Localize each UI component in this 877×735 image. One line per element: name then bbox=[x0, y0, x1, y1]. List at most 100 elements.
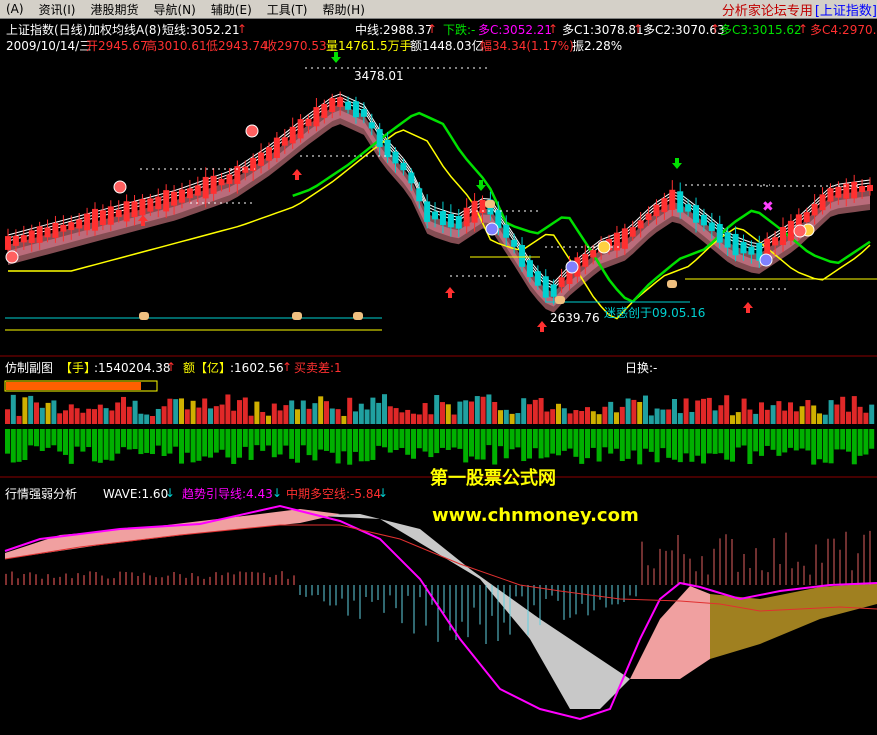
volume-bar-down bbox=[45, 429, 51, 448]
volume-bar-down bbox=[382, 429, 387, 448]
candle-body bbox=[44, 227, 51, 238]
volume-bar-down bbox=[637, 429, 643, 465]
volume-bar bbox=[22, 397, 28, 424]
candle-body bbox=[186, 188, 193, 199]
chart-area[interactable]: ✖ bbox=[0, 19, 877, 735]
signal-circle bbox=[5, 250, 19, 264]
volume-bar bbox=[643, 395, 648, 424]
volume-bar bbox=[428, 414, 434, 424]
volume-bar-down bbox=[614, 429, 619, 449]
amount-label: 额【亿】 bbox=[183, 361, 232, 375]
volume-bar-down bbox=[608, 429, 614, 454]
buy-arrow-icon bbox=[445, 287, 455, 298]
volume-bar-down bbox=[764, 429, 770, 446]
menu-item-a[interactable]: (A) bbox=[0, 2, 33, 16]
volume-bar-down bbox=[115, 429, 121, 454]
volume-bar-down bbox=[295, 429, 300, 463]
volume-bar bbox=[312, 403, 318, 424]
menu-item-help[interactable]: 帮助(H) bbox=[317, 1, 374, 18]
volume-bar bbox=[486, 394, 492, 424]
volume-bar-down bbox=[619, 429, 625, 462]
volume-bar-down bbox=[51, 429, 57, 446]
volume-bar-down bbox=[782, 429, 788, 453]
menu-item-navigate[interactable]: 导航(N) bbox=[148, 1, 205, 18]
volume-bar bbox=[86, 408, 92, 424]
volume-bar-down bbox=[851, 429, 857, 465]
volume-bar-down bbox=[283, 429, 289, 446]
volume-bar-down bbox=[39, 429, 45, 451]
volume-bar bbox=[422, 403, 428, 424]
candle-body bbox=[226, 174, 233, 184]
volume-bar bbox=[370, 397, 376, 424]
volume-bar-down bbox=[480, 429, 486, 460]
candle-body bbox=[202, 176, 209, 199]
volume-bar bbox=[138, 413, 144, 424]
buy-arrow-icon bbox=[743, 302, 753, 313]
bar-amplitude: 振2.28% bbox=[572, 39, 623, 53]
ma-indicator-name: 加权均线A(8) bbox=[88, 23, 162, 37]
candle-body bbox=[582, 254, 589, 267]
menu-item-hk-futures[interactable]: 港股期货 bbox=[84, 1, 147, 18]
hands-label: 【手】 bbox=[60, 361, 97, 375]
volume-bar-down bbox=[701, 429, 706, 464]
volume-bar-down bbox=[579, 429, 585, 464]
volume-bar bbox=[730, 415, 735, 424]
volume-bar-down bbox=[306, 429, 312, 456]
volume-bar-down bbox=[161, 429, 167, 456]
volume-bar-down bbox=[741, 429, 747, 446]
volume-bar-down bbox=[97, 429, 103, 463]
buy-arrow-icon bbox=[292, 169, 302, 180]
hand-icon bbox=[555, 296, 565, 304]
candle-body bbox=[416, 188, 423, 202]
candle-body bbox=[669, 189, 676, 210]
volume-bar bbox=[231, 410, 237, 424]
signal-circle bbox=[245, 124, 259, 138]
candle-body bbox=[392, 151, 399, 164]
volume-bar-down bbox=[248, 429, 254, 460]
volume-bar bbox=[63, 410, 68, 424]
candle-body bbox=[155, 196, 162, 210]
volume-bar-down bbox=[730, 429, 735, 462]
volume-bar bbox=[277, 410, 283, 424]
candle-body bbox=[432, 211, 439, 220]
volume-bar bbox=[405, 409, 411, 424]
volume-bar-down bbox=[590, 429, 596, 448]
volume-bar-down bbox=[358, 429, 364, 462]
candle-body bbox=[590, 250, 597, 258]
candle-body bbox=[273, 137, 280, 158]
menu-item-info[interactable]: 资讯(I) bbox=[33, 1, 85, 18]
volume-bar bbox=[544, 411, 550, 424]
volume-bar-down bbox=[196, 429, 202, 461]
volume-bar bbox=[759, 402, 764, 424]
candle-body bbox=[139, 198, 146, 216]
c3-value: 多C3:3015.62 bbox=[720, 23, 802, 37]
candle-body bbox=[455, 215, 462, 229]
volume-bar bbox=[10, 394, 16, 424]
volume-bar bbox=[184, 409, 190, 424]
volume-bar bbox=[150, 415, 155, 424]
volume-bar bbox=[434, 395, 440, 424]
volume-bar bbox=[724, 395, 730, 424]
volume-bar bbox=[846, 411, 851, 424]
volume-bar bbox=[16, 415, 22, 424]
short-line-value: 短线:3052.21 bbox=[162, 23, 240, 37]
volume-bar-down bbox=[57, 429, 63, 452]
candle-body bbox=[123, 201, 130, 222]
volume-bar bbox=[822, 414, 828, 424]
candle-body bbox=[748, 246, 755, 255]
menu-item-assist[interactable]: 辅助(E) bbox=[205, 1, 261, 18]
volume-bar bbox=[382, 394, 387, 424]
sell-arrow-icon bbox=[331, 52, 341, 63]
volume-bar bbox=[51, 400, 57, 424]
menu-item-tools[interactable]: 工具(T) bbox=[261, 1, 317, 18]
volume-bar-down bbox=[126, 429, 132, 450]
volume-bar bbox=[335, 409, 341, 424]
volume-bar-down bbox=[503, 429, 509, 459]
volume-bar bbox=[283, 405, 289, 424]
hand-icon bbox=[485, 200, 495, 208]
volume-bar-down bbox=[857, 429, 863, 456]
candle-body bbox=[447, 214, 454, 228]
volume-bar bbox=[811, 405, 817, 424]
candle-body bbox=[329, 98, 336, 112]
candle-body bbox=[693, 205, 700, 223]
